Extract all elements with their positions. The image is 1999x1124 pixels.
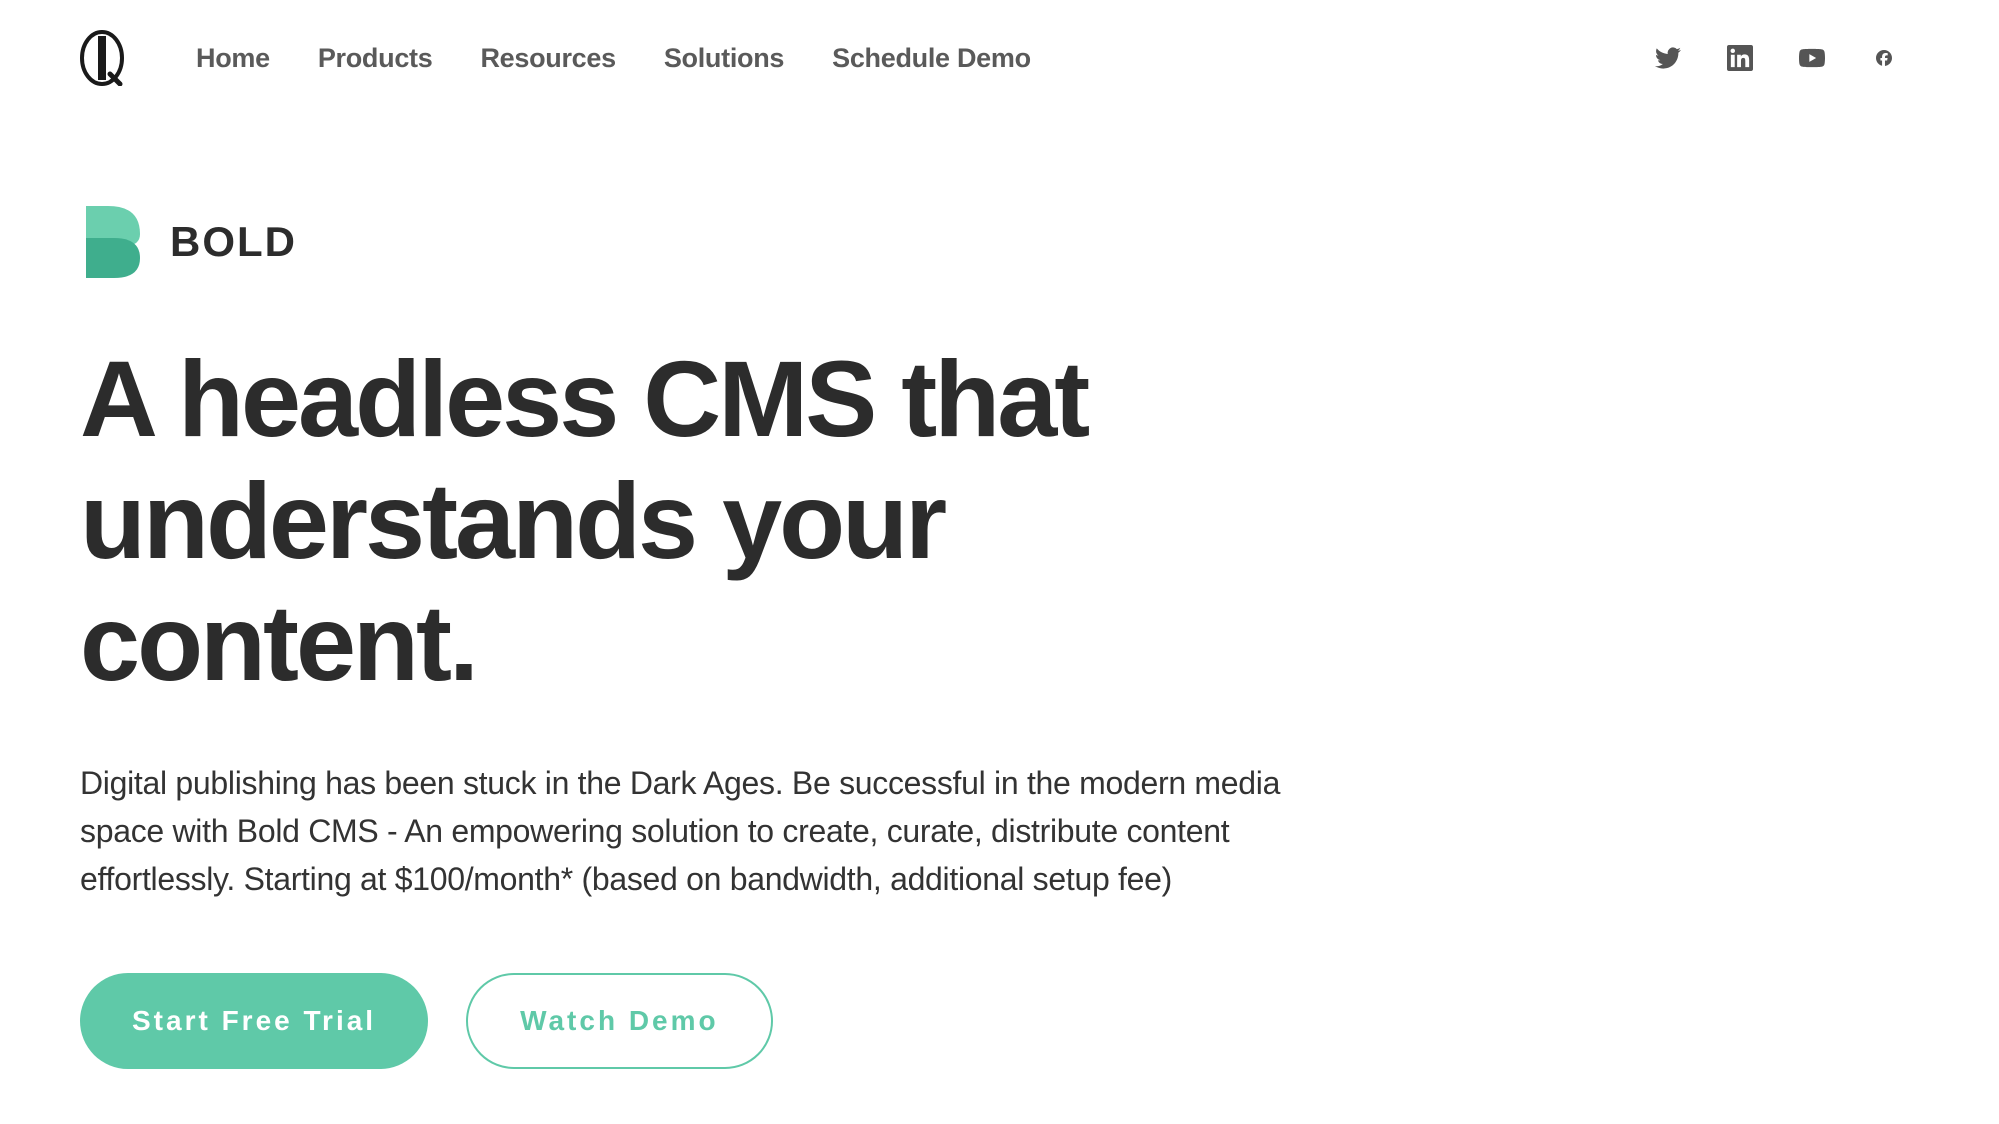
hero-subtext: Digital publishing has been stuck in the…: [80, 759, 1360, 903]
linkedin-icon[interactable]: [1725, 43, 1755, 73]
social-links: [1653, 43, 1899, 73]
nav-item-products[interactable]: Products: [318, 43, 433, 74]
hero-section: BOLD A headless CMS that understands you…: [0, 86, 1999, 1069]
facebook-icon[interactable]: [1869, 43, 1899, 73]
company-logo-icon[interactable]: [80, 30, 124, 86]
brand-name: BOLD: [170, 218, 297, 266]
watch-demo-button[interactable]: Watch Demo: [466, 973, 773, 1069]
nav-item-solutions[interactable]: Solutions: [664, 43, 784, 74]
youtube-icon[interactable]: [1797, 43, 1827, 73]
main-nav: Home Products Resources Solutions Schedu…: [196, 43, 1653, 74]
bold-logo-icon: [80, 206, 140, 278]
hero-headline: A headless CMS that understands your con…: [80, 338, 1280, 704]
cta-row: Start Free Trial Watch Demo: [80, 973, 1919, 1069]
nav-item-resources[interactable]: Resources: [480, 43, 615, 74]
nav-item-schedule-demo[interactable]: Schedule Demo: [832, 43, 1031, 74]
brand-row: BOLD: [80, 206, 1919, 278]
start-free-trial-button[interactable]: Start Free Trial: [80, 973, 428, 1069]
site-header: Home Products Resources Solutions Schedu…: [0, 0, 1999, 86]
nav-item-home[interactable]: Home: [196, 43, 270, 74]
twitter-icon[interactable]: [1653, 43, 1683, 73]
